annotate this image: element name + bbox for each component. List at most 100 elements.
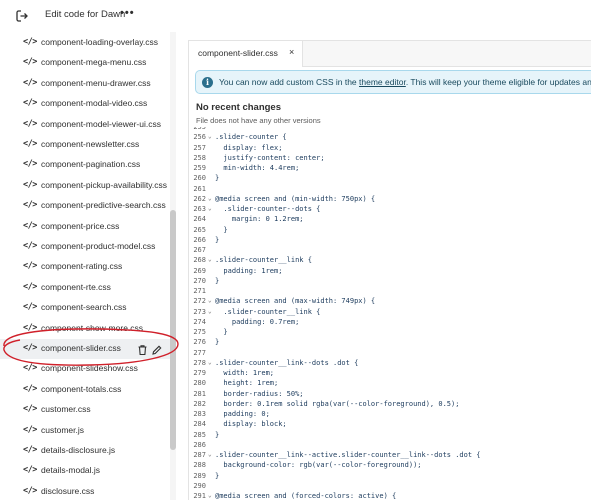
file-name: component-price.css — [41, 220, 120, 231]
file-item[interactable]: </> details-disclosure.js — [0, 441, 170, 461]
code-file-icon: </> — [23, 383, 37, 394]
recent-changes-title[interactable]: No recent changes — [196, 102, 281, 113]
file-name: component-loading-overlay.css — [41, 37, 159, 47]
code-line: 269 padding: 1rem; — [189, 267, 591, 277]
fold-chevron-icon[interactable]: ⌄ — [208, 359, 212, 366]
exit-icon[interactable] — [14, 8, 30, 24]
fold-chevron-icon[interactable]: ⌄ — [208, 451, 212, 458]
line-number: 280 — [193, 379, 206, 388]
file-item[interactable]: </> component-pagination.css — [0, 155, 170, 175]
code-text: .slider-counter__link--active.slider-cou… — [215, 451, 481, 459]
delete-icon[interactable] — [137, 343, 149, 356]
close-icon[interactable]: × — [289, 47, 294, 57]
line-number: 288 — [193, 461, 206, 470]
file-name: component-pickup-availability.css — [41, 179, 167, 190]
file-item[interactable]: </> customer.js — [0, 421, 170, 441]
tab-bar: component-slider.css × — [189, 41, 591, 67]
file-item[interactable]: </> component-product-model.css — [0, 237, 170, 257]
line-number: 278 — [193, 358, 206, 367]
editor-panel: component-slider.css × i You can now add… — [188, 40, 591, 500]
file-item[interactable]: </> component-show-more.css — [0, 319, 170, 339]
file-item[interactable]: </> component-totals.css — [0, 380, 170, 400]
line-number: 256 — [193, 133, 206, 142]
file-item[interactable]: </> component-model-viewer-ui.css — [0, 115, 170, 135]
code-line: 264 margin: 0 1.2rem; — [189, 215, 591, 225]
file-item[interactable]: </> component-predictive-search.css — [0, 196, 170, 216]
file-name: component-slider.css — [41, 343, 121, 353]
line-number: 281 — [193, 389, 206, 398]
code-line: 284 display: block; — [189, 420, 591, 430]
fold-chevron-icon[interactable]: ⌄ — [208, 205, 212, 212]
file-item[interactable]: </> component-slider.css — [0, 339, 170, 359]
code-file-icon: </> — [23, 118, 37, 129]
code-line: 259 min-width: 4.4rem; — [189, 164, 591, 174]
top-bar: Edit code for Dawn ••• — [0, 0, 591, 32]
file-name: component-menu-drawer.css — [41, 77, 151, 88]
tab-label: component-slider.css — [198, 48, 278, 58]
file-item[interactable]: </> details-modal.js — [0, 461, 170, 481]
file-item[interactable]: </> component-search.css — [0, 298, 170, 318]
line-number: 257 — [193, 143, 206, 152]
fold-chevron-icon[interactable]: ⌄ — [208, 133, 212, 140]
code-line: 257 display: flex; — [189, 144, 591, 154]
tab-component-slider[interactable]: component-slider.css × — [189, 41, 303, 67]
code-editor-app: Edit code for Dawn ••• </> component-load… — [0, 0, 591, 500]
code-line: 275 } — [189, 328, 591, 338]
code-line: 289} — [189, 472, 591, 482]
file-item[interactable]: </> disclosure.css — [0, 482, 170, 500]
edit-icon[interactable] — [151, 343, 163, 355]
more-actions-button[interactable]: ••• — [120, 7, 135, 19]
file-item[interactable]: </> component-rating.css — [0, 257, 170, 277]
file-item[interactable]: </> component-mega-menu.css — [0, 53, 170, 73]
file-name: details-disclosure.js — [41, 445, 116, 455]
fold-chevron-icon[interactable]: ⌄ — [208, 308, 212, 315]
code-area[interactable]: 255 256 ⌄ .slider-counter {257 display: fle… — [189, 127, 591, 500]
fold-chevron-icon[interactable]: ⌄ — [208, 492, 212, 499]
line-number: 266 — [193, 235, 206, 244]
recent-changes-subtitle: File does not have any other versions — [196, 116, 321, 125]
line-number: 284 — [193, 420, 206, 429]
file-item[interactable]: </> component-modal-video.css — [0, 94, 170, 114]
code-line: 262 ⌄ @media screen and (min-width: 750px)… — [189, 195, 591, 205]
code-line: 277 — [189, 349, 591, 359]
fold-chevron-icon[interactable]: ⌄ — [208, 195, 212, 202]
code-text: } — [215, 338, 220, 347]
line-number: 289 — [193, 471, 206, 480]
scrollbar[interactable] — [170, 210, 176, 450]
file-item[interactable]: </> component-rte.css — [0, 278, 170, 298]
code-line: 291 ⌄ @media screen and (forced-colors: ac… — [189, 492, 591, 500]
code-file-icon: </> — [23, 98, 37, 109]
fold-chevron-icon[interactable]: ⌄ — [208, 297, 212, 304]
fold-chevron-icon[interactable]: ⌄ — [208, 256, 212, 263]
line-number: 275 — [193, 328, 206, 336]
file-name: component-search.css — [41, 302, 127, 313]
file-item[interactable]: </> component-slideshow.css — [0, 359, 170, 379]
code-file-icon: </> — [23, 37, 37, 47]
code-text: @media screen and (max-width: 749px) { — [215, 297, 376, 306]
file-item[interactable]: </> customer.css — [0, 400, 170, 420]
code-text: padding: 0.7rem; — [215, 317, 300, 326]
code-line: 267 — [189, 246, 591, 256]
code-line: 287 ⌄ .slider-counter__link--active.slider… — [189, 451, 591, 461]
code-line: 272 ⌄ @media screen and (max-width: 749px)… — [189, 297, 591, 307]
file-item[interactable]: </> component-price.css — [0, 217, 170, 237]
file-item[interactable]: </> component-menu-drawer.css — [0, 74, 170, 94]
line-number: 262 — [193, 194, 206, 203]
theme-editor-link[interactable]: theme editor — [359, 77, 406, 87]
page-title: Edit code for Dawn — [45, 9, 126, 20]
file-item[interactable]: </> component-loading-overlay.css — [0, 33, 170, 53]
file-name: component-rating.css — [41, 261, 123, 272]
file-item[interactable]: </> component-pickup-availability.css — [0, 176, 170, 196]
code-line: 265 } — [189, 226, 591, 236]
code-text: background-color: rgb(var(--color-foregr… — [215, 461, 422, 470]
line-number: 270 — [193, 276, 206, 285]
line-number: 261 — [193, 184, 206, 193]
code-text: } — [215, 174, 220, 183]
code-text: display: block; — [215, 420, 287, 429]
code-file-icon: </> — [23, 200, 37, 211]
code-line: 263 ⌄ .slider-counter--dots { — [189, 205, 591, 215]
file-item[interactable]: </> component-newsletter.css — [0, 135, 170, 155]
code-file-icon: </> — [23, 220, 37, 231]
code-file-icon: </> — [23, 281, 37, 292]
code-file-icon: </> — [23, 465, 37, 476]
